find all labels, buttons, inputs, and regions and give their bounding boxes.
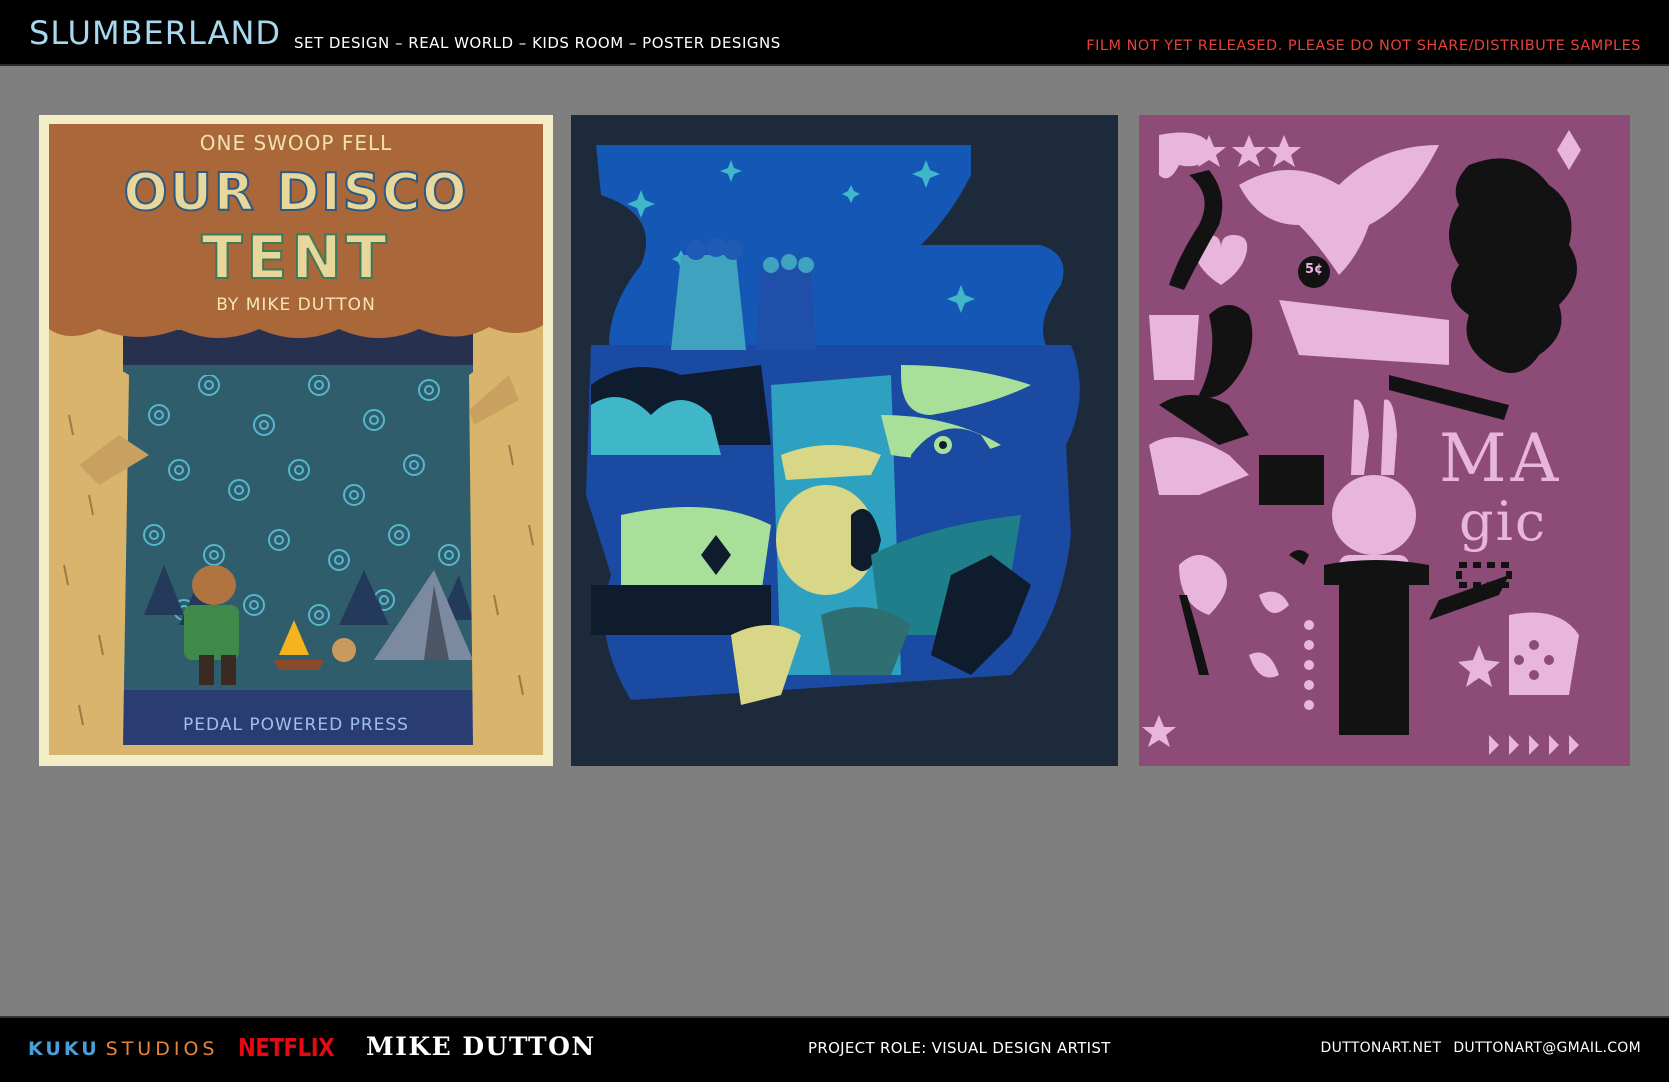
poster-magic-word-2: gic bbox=[1459, 490, 1548, 553]
section-subtitle: SET DESIGN – REAL WORLD – KIDS ROOM – PO… bbox=[294, 34, 781, 52]
poster-gallery: ONE SWOOP FELL OUR DISCO TENT BY MIKE DU… bbox=[0, 66, 1669, 1016]
kuku-studios-logo: KUKU STUDIOS bbox=[28, 1038, 218, 1060]
confidentiality-warning: FILM NOT YET RELEASED. PLEASE DO NOT SHA… bbox=[1086, 38, 1641, 54]
kuku-logo-studios: STUDIOS bbox=[105, 1038, 219, 1060]
poster-publisher: PEDAL POWERED PRESS bbox=[183, 715, 409, 735]
kuku-logo-mark: KUKU bbox=[28, 1038, 100, 1060]
poster-price-tag: 5¢ bbox=[1304, 262, 1324, 277]
poster-magic-word-1: MA bbox=[1439, 420, 1563, 497]
poster-our-disco-tent: ONE SWOOP FELL OUR DISCO TENT BY MIKE DU… bbox=[39, 115, 553, 766]
netflix-logo: NETFLIX bbox=[238, 1033, 335, 1062]
email-link[interactable]: DUTTONART@GMAIL.COM bbox=[1453, 1040, 1641, 1056]
poster-top-line: ONE SWOOP FELL bbox=[199, 131, 393, 155]
poster-abstract-artwork bbox=[571, 115, 1118, 766]
poster-abstract-night bbox=[571, 115, 1118, 766]
project-role: PROJECT ROLE: VISUAL DESIGN ARTIST bbox=[808, 1039, 1111, 1057]
poster-byline: BY MIKE DUTTON bbox=[216, 295, 376, 315]
website-link[interactable]: DUTTONART.NET bbox=[1321, 1040, 1442, 1056]
header-bar: SLUMBERLAND SET DESIGN – REAL WORLD – KI… bbox=[0, 0, 1669, 66]
poster-title-line-1: OUR DISCO bbox=[123, 162, 469, 224]
page-title: SLUMBERLAND bbox=[29, 14, 282, 52]
contact-info: DUTTONART.NET DUTTONART@GMAIL.COM bbox=[1321, 1040, 1641, 1056]
poster-magic: 5¢ MA gic bbox=[1139, 115, 1630, 766]
artist-name: MIKE DUTTON bbox=[366, 1032, 596, 1061]
poster-title-line-2: TENT bbox=[200, 222, 391, 294]
